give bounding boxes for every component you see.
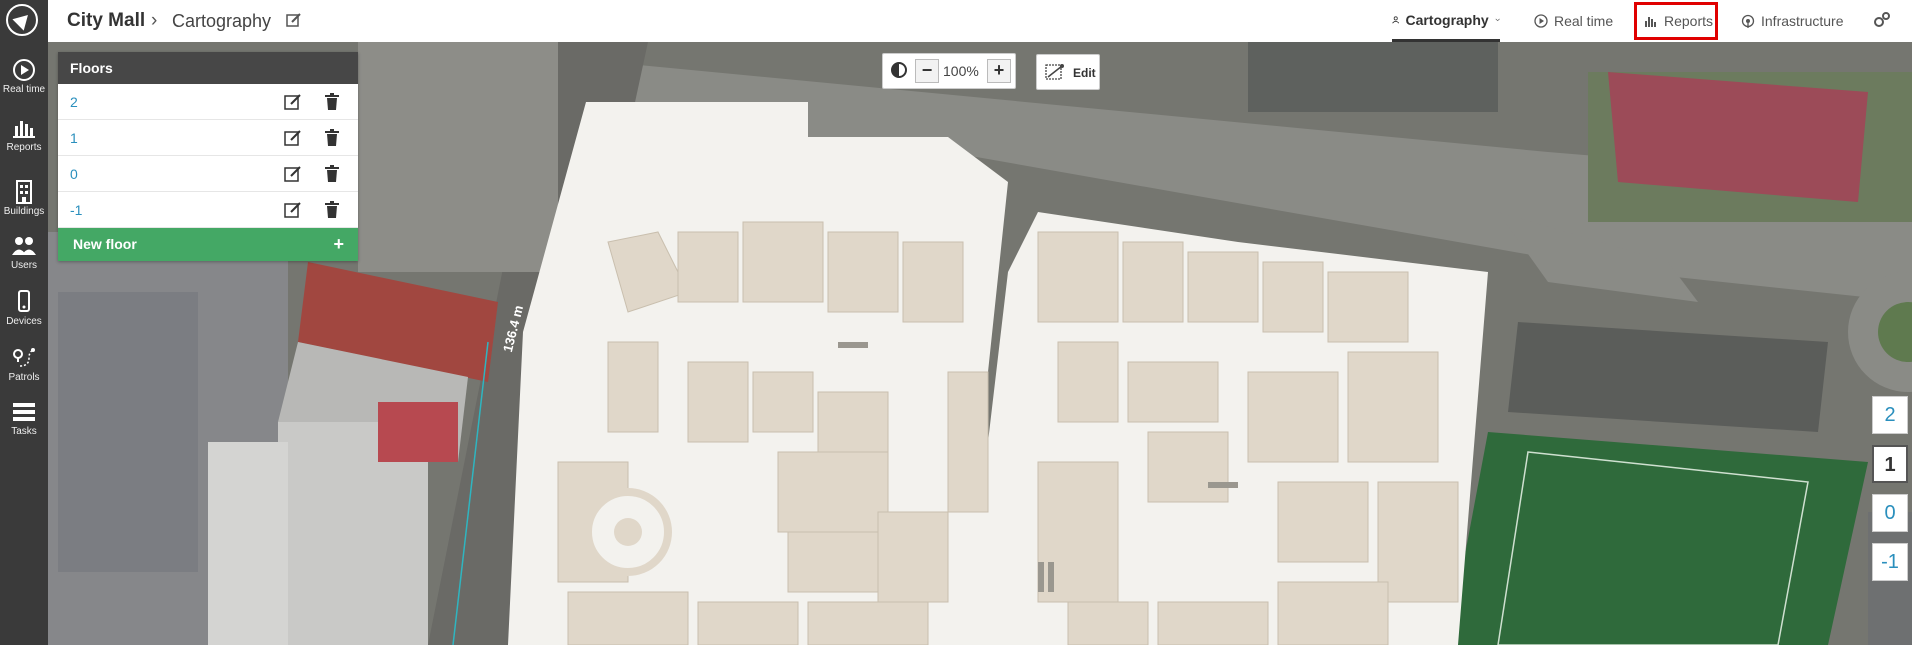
building-icon (16, 180, 32, 204)
floor-selector-item[interactable]: 2 (1872, 396, 1908, 434)
floor-selector-item-active[interactable]: 1 (1872, 445, 1908, 483)
sidebar-item-realtime[interactable]: Real time (0, 58, 48, 95)
sidebar-item-label: Real time (2, 84, 46, 95)
play-circle-icon (13, 59, 35, 81)
reports-highlight (1634, 2, 1718, 40)
trash-icon[interactable] (324, 129, 340, 147)
sidebar-item-label: Users (10, 260, 38, 271)
nav-realtime[interactable]: Real time (1534, 0, 1613, 42)
floor-link[interactable]: 1 (70, 130, 78, 146)
nav-realtime-label: Real time (1554, 13, 1614, 29)
sidebar-item-tasks[interactable]: Tasks (0, 400, 48, 437)
floor-row[interactable]: 2 (58, 84, 358, 120)
settings-icon[interactable] (1873, 12, 1891, 28)
route-icon (13, 348, 35, 367)
zoom-in-button[interactable]: + (987, 59, 1011, 83)
users-icon (12, 237, 36, 255)
trash-icon[interactable] (324, 165, 340, 183)
user-pin-icon (1392, 15, 1400, 23)
edit-map-button[interactable]: Edit (1036, 54, 1100, 90)
sidebar-item-devices[interactable]: Devices (0, 290, 48, 327)
list-icon (13, 403, 35, 421)
nav-infrastructure[interactable]: Infrastructure (1741, 0, 1843, 42)
floor-selector-item[interactable]: 0 (1872, 494, 1908, 532)
sidebar: Real time Reports Buildings Users Device… (0, 0, 48, 645)
sidebar-item-buildings[interactable]: Buildings (0, 180, 48, 217)
floors-panel-title: Floors (58, 52, 358, 84)
plus-icon: + (333, 234, 344, 254)
edit-icon[interactable] (286, 12, 302, 28)
sidebar-item-users[interactable]: Users (0, 234, 48, 271)
sidebar-item-label: Reports (6, 142, 42, 153)
sidebar-item-patrols[interactable]: Patrols (0, 346, 48, 383)
page-title: Cartography (172, 11, 272, 31)
edit-icon[interactable] (284, 93, 302, 111)
sidebar-item-reports[interactable]: Reports (0, 116, 48, 153)
trash-icon[interactable] (324, 93, 340, 111)
breadcrumb-root[interactable]: City Mall (67, 10, 145, 32)
floor-link[interactable]: 2 (70, 94, 78, 110)
new-floor-label: New floor (73, 236, 137, 252)
zoom-level: 100% (943, 63, 979, 79)
top-bar: City Mall › Cartography Cartography Real… (48, 0, 1912, 43)
edit-map-icon (1045, 64, 1064, 80)
edit-map-label: Edit (1073, 66, 1096, 80)
trash-icon[interactable] (324, 201, 340, 219)
floor-link[interactable]: 0 (70, 166, 78, 182)
sidebar-item-label: Buildings (3, 206, 45, 217)
edit-icon[interactable] (284, 129, 302, 147)
floor-row[interactable]: -1 (58, 192, 358, 228)
new-floor-button[interactable]: New floor + (58, 228, 358, 261)
sidebar-item-label: Patrols (8, 372, 40, 383)
logo-icon[interactable] (6, 4, 38, 36)
zoom-control: − 100% + (882, 53, 1016, 89)
signal-icon (1741, 14, 1755, 28)
edit-icon[interactable] (284, 201, 302, 219)
bar-chart-icon (13, 121, 35, 138)
floor-link[interactable]: -1 (70, 202, 82, 218)
nav-cartography[interactable]: Cartography (1392, 0, 1500, 42)
zoom-out-button[interactable]: − (915, 59, 939, 83)
contrast-icon[interactable] (891, 62, 907, 78)
play-circle-icon (1534, 14, 1548, 28)
nav-cartography-label: Cartography (1405, 11, 1489, 28)
floor-row[interactable]: 1 (58, 120, 358, 156)
floors-panel: Floors 2 1 0 -1 New floor + (58, 52, 358, 261)
breadcrumb-separator: › (151, 10, 158, 31)
floor-selector-item[interactable]: -1 (1872, 543, 1908, 581)
phone-icon (18, 290, 30, 312)
chevron-down-icon (1495, 18, 1500, 21)
nav-infrastructure-label: Infrastructure (1761, 13, 1844, 29)
floor-row[interactable]: 0 (58, 156, 358, 192)
edit-icon[interactable] (284, 165, 302, 183)
sidebar-item-label: Tasks (11, 426, 37, 437)
sidebar-item-label: Devices (6, 316, 42, 327)
